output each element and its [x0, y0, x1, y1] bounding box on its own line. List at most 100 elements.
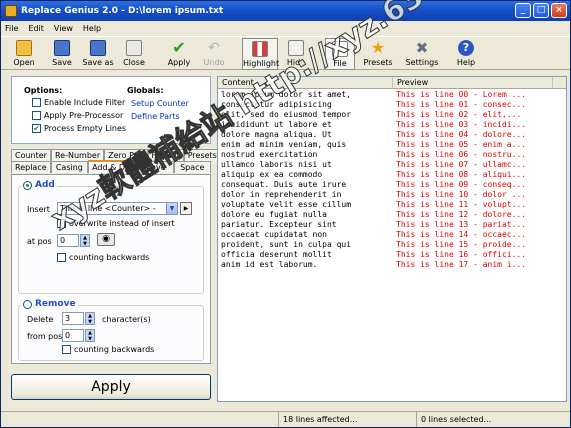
menu-file[interactable]: File: [5, 24, 18, 33]
close-window-button[interactable]: ×: [551, 3, 567, 18]
content-cell: ullamco laboris nisi ut: [221, 160, 332, 169]
table-row[interactable]: consequat. Duis aute irure This is line 0…: [218, 180, 566, 190]
left-panel: Options: Globals: Enable Include Filter …: [11, 76, 221, 401]
add-counting-backwards-checkbox[interactable]: counting backwards: [57, 253, 149, 262]
table-row[interactable]: incididunt ut labore et This is line 03 -…: [218, 120, 566, 130]
delete-label: Delete: [27, 315, 54, 324]
process-empty-lines-checkbox[interactable]: ✔ Process Empty Lines: [32, 124, 126, 133]
add-del-panel: Add Insert This is line <Counter> - ▼ ▶ …: [11, 174, 211, 364]
tab-move[interactable]: Move: [136, 161, 174, 173]
tab-presets[interactable]: Presets: [183, 149, 221, 161]
delete-count-input[interactable]: 3: [62, 312, 84, 325]
table-row[interactable]: proident, sunt in culpa qui This is line …: [218, 240, 566, 250]
status-bar: 18 lines affected... 0 lines selected...: [1, 411, 570, 427]
hide-button[interactable]: Hide: [282, 38, 310, 70]
table-row[interactable]: nostrud exercitation This is line 06 - no…: [218, 150, 566, 160]
undo-button[interactable]: ↶ Undo: [199, 38, 229, 70]
content-cell: lorem ipsum dolor sit amet,: [221, 90, 352, 99]
eye-icon[interactable]: ◉: [97, 233, 115, 246]
table-row[interactable]: dolore magna aliqua. Ut This is line 04 -…: [218, 130, 566, 140]
save-as-button[interactable]: Save as: [81, 38, 115, 70]
tabs: Counter Re-Number Zero Pad Format Preset…: [11, 149, 221, 173]
file-toggle[interactable]: File: [325, 38, 355, 70]
save-icon: [54, 40, 70, 56]
maximize-button[interactable]: □: [533, 3, 549, 18]
close-button[interactable]: Close: [119, 38, 149, 70]
tab-counter[interactable]: Counter: [11, 149, 51, 161]
presets-button[interactable]: ★ Presets: [361, 38, 395, 70]
folder-icon: [16, 40, 32, 56]
highlight-toggle[interactable]: Highlight: [242, 38, 279, 70]
apply-button[interactable]: Apply: [11, 374, 211, 400]
menu-bar: File Edit View Help: [1, 21, 570, 35]
content-cell: enim ad minim veniam, quis: [221, 140, 347, 149]
table-row[interactable]: officia deserunt mollit This is line 16 -…: [218, 250, 566, 260]
table-row[interactable]: ullamco laboris nisi ut This is line 07 -…: [218, 160, 566, 170]
tab-format[interactable]: Format: [147, 149, 184, 161]
preview-cell: This is line 01 - consec...: [396, 100, 527, 109]
overwrite-checkbox[interactable]: overwrite instead of insert: [57, 219, 175, 228]
preview-cell: This is line 00 - Lorem ...: [396, 90, 527, 99]
apply-toolbar-button[interactable]: ✔ Apply: [163, 38, 195, 70]
tab-casing[interactable]: Casing: [50, 161, 89, 173]
window-title: Replace Genius 2.0 - D:\lorem ipsum.txt: [21, 6, 224, 16]
remove-counting-backwards-checkbox[interactable]: counting backwards: [62, 345, 154, 354]
highlight-icon: [252, 41, 268, 57]
content-cell: proident, sunt in culpa qui: [221, 240, 352, 249]
content-cell: nostrud exercitation: [221, 150, 318, 159]
at-pos-spinner[interactable]: ▲ ▼: [80, 234, 90, 247]
col-content-header[interactable]: Content: [218, 77, 393, 88]
content-cell: dolore magna aliqua. Ut: [221, 130, 332, 139]
from-pos-spinner[interactable]: ▲ ▼: [85, 329, 95, 342]
table-row[interactable]: dolore eu fugiat nulla This is line 12 - …: [218, 210, 566, 220]
menu-help[interactable]: Help: [83, 24, 101, 33]
remove-radio[interactable]: Remove: [21, 299, 78, 309]
lines-grid[interactable]: Content Preview lorem ipsum dolor sit am…: [217, 76, 567, 402]
table-row[interactable]: consectetur adipisicing This is line 01 -…: [218, 100, 566, 110]
save-button[interactable]: Save: [45, 38, 79, 70]
delete-count-spinner[interactable]: ▲ ▼: [85, 312, 95, 325]
chevron-down-icon[interactable]: ▼: [166, 202, 178, 215]
table-row[interactable]: lorem ipsum dolor sit amet, This is line …: [218, 90, 566, 100]
tab-space[interactable]: Space: [173, 161, 211, 173]
table-row[interactable]: enim ad minim veniam, quis This is line 0…: [218, 140, 566, 150]
insert-combobox[interactable]: This is line <Counter> -: [57, 202, 167, 215]
table-row[interactable]: occaecat cupidatat non This is line 14 - …: [218, 230, 566, 240]
from-pos-label: from pos: [27, 332, 63, 341]
content-cell: consectetur adipisicing: [221, 100, 332, 109]
table-row[interactable]: anim id est laborum. This is line 17 - an…: [218, 260, 566, 270]
save-as-icon: [90, 40, 106, 56]
help-button[interactable]: ? Help: [453, 38, 479, 70]
from-pos-input[interactable]: 0: [62, 329, 84, 342]
menu-view[interactable]: View: [54, 24, 73, 33]
tab-replace[interactable]: Replace: [11, 161, 51, 173]
table-row[interactable]: aliquip ex ea commodo This is line 08 - a…: [218, 170, 566, 180]
insert-label: Insert: [27, 205, 50, 214]
table-row[interactable]: pariatur. Excepteur sint This is line 13 …: [218, 220, 566, 230]
col-preview-header[interactable]: Preview: [393, 77, 553, 88]
table-row[interactable]: dolor in reprehenderit in This is line 10…: [218, 190, 566, 200]
preview-cell: This is line 11 - volupt...: [396, 200, 527, 209]
table-row[interactable]: voluptate velit esse cillum This is line …: [218, 200, 566, 210]
checkmark-icon: ✔: [172, 38, 186, 57]
settings-button[interactable]: ✖ Settings: [404, 38, 440, 70]
setup-counter-link[interactable]: Setup Counter: [131, 99, 189, 108]
content-cell: pariatur. Excepteur sint: [221, 220, 337, 229]
content-cell: incididunt ut labore et: [221, 120, 332, 129]
minimize-button[interactable]: _: [515, 3, 531, 18]
apply-preprocessor-checkbox[interactable]: Apply Pre-Processor: [32, 111, 123, 120]
open-button[interactable]: Open: [7, 38, 41, 70]
toolbar: Open Save Save as Close ✔ Apply ↶ Undo Hig…: [1, 36, 570, 70]
menu-edit[interactable]: Edit: [28, 24, 44, 33]
insert-arrow-button[interactable]: ▶: [180, 202, 192, 215]
help-icon: ?: [458, 40, 474, 56]
status-lines-affected: 18 lines affected...: [279, 412, 417, 427]
tab-add-del[interactable]: Add & Del: [88, 160, 137, 173]
table-row[interactable]: elit, sed do eiusmod tempor This is line …: [218, 110, 566, 120]
enable-include-filter-checkbox[interactable]: Enable Include Filter: [32, 98, 125, 107]
add-radio[interactable]: Add: [21, 180, 57, 190]
tools-icon: ✖: [415, 39, 429, 57]
define-parts-link[interactable]: Define Parts: [131, 112, 180, 121]
at-pos-input[interactable]: 0: [57, 234, 79, 247]
close-doc-icon: [126, 40, 142, 56]
